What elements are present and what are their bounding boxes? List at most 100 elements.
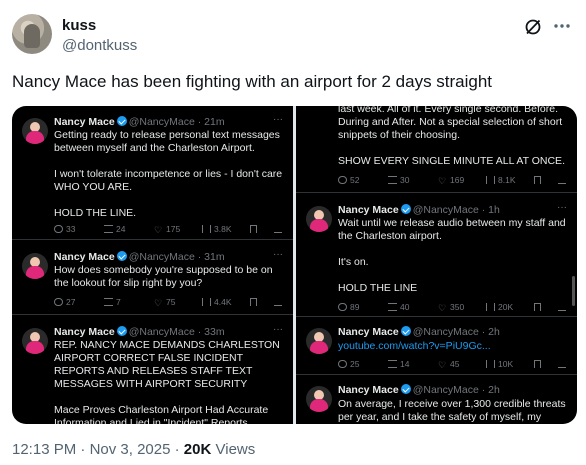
post[interactable]: Nancy Mace @NancyMace · 2h On average, I …	[296, 376, 577, 424]
author-avatar[interactable]	[12, 14, 52, 54]
tweet-media[interactable]: Nancy Mace @NancyMace · 21m ··· Getting r…	[12, 106, 577, 424]
more-icon[interactable]: ···	[273, 114, 283, 125]
post-time: 2h	[488, 384, 500, 396]
post-actions: 25 14 45 10K	[338, 359, 570, 371]
views-button[interactable]: 10K	[486, 359, 513, 369]
post[interactable]: Nancy Mace @NancyMace · 33m ··· REP. NANC…	[12, 316, 293, 424]
post-time: 2h	[488, 326, 500, 338]
post-actions: 33 24 175 3.8K	[54, 224, 286, 236]
repost-icon	[104, 298, 113, 306]
share-button[interactable]	[558, 302, 569, 312]
like-button[interactable]: 350	[438, 302, 464, 312]
more-icon[interactable]: ···	[273, 324, 283, 335]
post-handle: @NancyMace	[128, 251, 195, 263]
verified-icon	[400, 204, 411, 214]
post[interactable]: Nancy Mace @NancyMace · 1h ··· Wait until…	[296, 194, 577, 317]
post-actions: 27 7 75 4.4K	[54, 297, 286, 309]
like-icon	[438, 361, 447, 369]
bookmark-button[interactable]	[250, 224, 260, 234]
share-button[interactable]	[274, 224, 285, 234]
post-header: Nancy Mace @NancyMace · 2h	[338, 326, 500, 338]
reply-icon	[338, 360, 347, 368]
reply-icon	[54, 298, 63, 306]
more-icon[interactable]: ···	[273, 249, 283, 260]
tweet-text: Nancy Mace has been fighting with an air…	[12, 72, 493, 91]
post-header: Nancy Mace @NancyMace · 2h	[338, 384, 500, 396]
post[interactable]: Nancy Mace @NancyMace · 31m ··· How does …	[12, 241, 293, 315]
views-button[interactable]: 4.4K	[202, 297, 232, 307]
avatar	[306, 206, 332, 232]
grok-icon[interactable]	[524, 18, 542, 36]
verified-icon	[116, 326, 127, 336]
bookmark-button[interactable]	[534, 359, 544, 369]
more-icon[interactable]: ···	[557, 202, 567, 213]
like-button[interactable]: 169	[438, 175, 464, 185]
repost-button[interactable]: 7	[104, 297, 121, 307]
views-icon	[202, 225, 211, 233]
post-header: Nancy Mace @NancyMace · 31m	[54, 251, 225, 263]
repost-button[interactable]: 40	[388, 302, 409, 312]
post[interactable]: last week. All of it. Every single secon…	[296, 106, 577, 193]
like-icon	[438, 304, 447, 312]
reply-icon	[338, 303, 347, 311]
bookmark-icon	[534, 303, 541, 311]
reply-button[interactable]: 89	[338, 302, 359, 312]
post-time[interactable]: 12:13 PM	[12, 441, 76, 458]
bookmark-icon	[534, 360, 541, 368]
share-button[interactable]	[274, 297, 285, 307]
repost-button[interactable]: 24	[104, 224, 125, 234]
post[interactable]: Nancy Mace @NancyMace · 2h youtube.com/wa…	[296, 318, 577, 375]
more-icon[interactable]	[552, 16, 572, 36]
views-icon	[486, 303, 495, 311]
post-handle: @NancyMace	[412, 204, 479, 216]
repost-icon	[104, 225, 113, 233]
bookmark-icon	[250, 298, 257, 306]
post[interactable]: Nancy Mace @NancyMace · 21m ··· Getting r…	[12, 106, 293, 240]
screenshot-right[interactable]: last week. All of it. Every single secon…	[296, 106, 577, 424]
post-link[interactable]: youtube.com/watch?v=PiU9Gc...	[338, 340, 570, 353]
views-icon	[202, 298, 211, 306]
post-body: last week. All of it. Every single secon…	[338, 106, 565, 167]
post-body: REP. NANCY MACE DEMANDS CHARLESTON AIRPO…	[54, 339, 280, 424]
share-button[interactable]	[558, 175, 569, 185]
screenshot-left[interactable]: Nancy Mace @NancyMace · 21m ··· Getting r…	[12, 106, 293, 424]
views-button[interactable]: 3.8K	[202, 224, 232, 234]
repost-button[interactable]: 14	[388, 359, 409, 369]
tweet-footer: 12:13 PM · Nov 3, 2025 · 20K Views	[12, 441, 256, 458]
like-button[interactable]: 175	[154, 224, 180, 234]
repost-icon	[388, 360, 397, 368]
views-button[interactable]: 20K	[486, 302, 513, 312]
author-handle[interactable]: @dontkuss	[62, 37, 137, 54]
share-icon	[558, 176, 566, 184]
repost-icon	[388, 303, 397, 311]
post-header: Nancy Mace @NancyMace · 21m	[54, 116, 225, 128]
like-button[interactable]: 45	[438, 359, 459, 369]
post-author: Nancy Mace	[54, 116, 115, 128]
author-name[interactable]: kuss	[62, 17, 96, 34]
post-body: On average, I receive over 1,300 credibl…	[338, 398, 566, 423]
views-button[interactable]: 8.1K	[486, 175, 516, 185]
reply-button[interactable]: 27	[54, 297, 75, 307]
scrollbar[interactable]	[572, 276, 575, 306]
avatar	[306, 386, 332, 412]
reply-button[interactable]: 33	[54, 224, 75, 234]
reply-button[interactable]: 25	[338, 359, 359, 369]
bookmark-button[interactable]	[534, 302, 544, 312]
post-author: Nancy Mace	[338, 384, 399, 396]
post-time: 31m	[204, 251, 225, 263]
post-author: Nancy Mace	[54, 326, 115, 338]
post-time: 21m	[204, 116, 225, 128]
reply-icon	[54, 225, 63, 233]
post-author: Nancy Mace	[54, 251, 115, 263]
bookmark-button[interactable]	[534, 175, 544, 185]
like-button[interactable]: 75	[154, 297, 175, 307]
repost-button[interactable]: 30	[388, 175, 409, 185]
reply-button[interactable]: 52	[338, 175, 359, 185]
post-time: 33m	[204, 326, 225, 338]
share-button[interactable]	[558, 359, 569, 369]
bookmark-button[interactable]	[250, 297, 260, 307]
like-icon	[438, 177, 447, 185]
reply-icon	[338, 176, 347, 184]
share-icon	[274, 298, 282, 306]
post-date[interactable]: Nov 3, 2025	[90, 441, 171, 458]
